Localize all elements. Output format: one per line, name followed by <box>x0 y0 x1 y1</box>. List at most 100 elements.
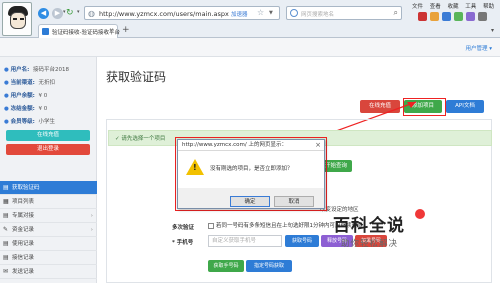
favicon-icon <box>42 28 49 35</box>
chevron-right-icon: › <box>90 213 93 219</box>
search-icon[interactable]: ⌕ <box>394 8 398 18</box>
address-bar[interactable]: ◍ http://www.yzmcx.com/users/main.aspx 加… <box>84 6 280 20</box>
sidebar: ● 用户名: 接码平台2018 ● 当前渠道: 无折扣 ● 用户余额: ¥ 0 … <box>0 57 97 283</box>
menu-favorites[interactable]: 收藏 <box>448 4 459 10</box>
sidebar-item-label: 使用记录 <box>12 241 35 247</box>
record-icon: ▤ <box>3 240 9 247</box>
phone-label-text: 手机号 <box>176 240 194 246</box>
sidebar-item-usage[interactable]: ▤ 使用记录 <box>0 237 97 251</box>
browser-chrome: ◀ ▶ ▾ ↻ ▾ ◍ http://www.yzmcx.com/users/m… <box>0 0 500 38</box>
user-management-menu[interactable]: 用户管理 ▾ <box>465 44 492 52</box>
specify-number-button[interactable]: 指定号码获取 <box>246 260 292 272</box>
watermark: 百科全说 助你轻松解决 <box>333 209 453 253</box>
sidebar-item-label: 接信记录 <box>12 255 35 261</box>
sidebar-item-received[interactable]: ▤ 接信记录 <box>0 251 97 265</box>
forward-button[interactable]: ▶ <box>52 8 63 19</box>
channel-value: 无折扣 <box>38 80 56 86</box>
tab-list-icon[interactable]: ▾ <box>491 27 494 34</box>
confirm-dialog: http://www.yzmcx.com/ 上的网页显示： × ! 没有刚选的项… <box>177 139 325 209</box>
accelerator-label[interactable]: 加速器 <box>231 10 248 18</box>
list-icon: ▦ <box>3 198 9 205</box>
tab-active[interactable]: 验证码接收-验证码接收平台 × <box>38 24 120 38</box>
back-button[interactable]: ◀ <box>38 8 49 19</box>
level-icon: ● <box>4 119 9 125</box>
watermark-subtitle: 助你轻松解决 <box>341 239 399 249</box>
channel-icon: ● <box>4 80 9 86</box>
extension-icon[interactable] <box>430 12 439 21</box>
balance-row: ● 用户余额: ¥ 0 <box>4 91 47 99</box>
channel-label: 当前渠道: <box>10 80 35 86</box>
username-label: 用户名: <box>10 67 30 73</box>
channel-row: ● 当前渠道: 无折扣 <box>4 78 55 86</box>
chevron-down-icon[interactable]: ▼ <box>269 10 273 16</box>
mail-icon: ▤ <box>3 254 9 261</box>
frozen-row: ● 冻结金额: ¥ 0 <box>4 104 47 112</box>
cancel-button[interactable]: 取消 <box>274 196 314 207</box>
phone-label: * 手机号 <box>172 238 193 246</box>
dialog-title: http://www.yzmcx.com/ 上的网页显示： <box>178 140 324 151</box>
reload-dropdown-icon[interactable]: ▾ <box>77 9 80 15</box>
sidebar-item-projects[interactable]: ▦ 项目列表 <box>0 195 97 209</box>
reload-icon[interactable]: ↻ <box>66 8 74 19</box>
close-icon[interactable]: × <box>315 140 321 151</box>
sidebar-item-dedicated[interactable]: ▤ 专属对接 › <box>0 209 97 223</box>
watermark-dot <box>415 209 425 219</box>
online-recharge-button[interactable]: 在线充值 <box>6 130 90 141</box>
send-icon: ✉ <box>3 268 9 275</box>
search-bar[interactable]: 网页搜索地名 ⌕ <box>286 6 402 20</box>
sidebar-item-label: 项目列表 <box>12 199 35 205</box>
username-row: ● 用户名: 接码平台2018 <box>4 65 69 73</box>
exclamation-icon: ! <box>193 163 197 172</box>
sidebar-item-label: 获取验证码 <box>12 185 40 191</box>
get-number-button[interactable]: 获取号码 <box>285 235 319 247</box>
frozen-icon: ● <box>4 106 9 112</box>
extension-icon[interactable] <box>466 12 475 21</box>
extension-icon[interactable] <box>454 12 463 21</box>
sidebar-item-label: 发送记录 <box>12 269 35 275</box>
multi-verify-checkbox[interactable] <box>208 222 214 229</box>
code-icon: ▤ <box>3 184 9 191</box>
sidebar-item-funds[interactable]: ✎ 资金记录 › <box>0 223 97 237</box>
sidebar-item-label: 专属对接 <box>12 213 35 219</box>
sidebar-item-get-code[interactable]: ▤ 获取验证码 <box>0 181 97 195</box>
extension-icon[interactable] <box>442 12 451 21</box>
level-row: ● 会员等级: 小学生 <box>4 117 55 125</box>
frozen-value: ¥ 0 <box>38 106 48 112</box>
toolbar-icons <box>418 12 498 22</box>
menu-icon[interactable] <box>478 12 487 21</box>
balance-value: ¥ 0 <box>38 93 48 99</box>
dialog-body: ! 没有刚选的项目，是否立即添加？ <box>178 151 324 188</box>
star-icon[interactable]: ☆ <box>257 8 264 18</box>
close-tab-icon[interactable]: × <box>109 27 114 34</box>
level-label: 会员等级: <box>10 119 35 125</box>
level-value: 小学生 <box>38 119 56 125</box>
username-value: 接码平台2018 <box>33 67 70 73</box>
multi-verify-label: 多次验证 <box>172 225 195 231</box>
url-text[interactable]: http://www.yzmcx.com/users/main.aspx <box>99 10 229 18</box>
logout-button[interactable]: 退出登录 <box>6 144 90 155</box>
sidebar-item-label: 资金记录 <box>12 227 35 233</box>
browser-menu-bar: 文件 查看 收藏 工具 帮助 <box>412 2 499 10</box>
new-tab-icon[interactable]: + <box>122 25 130 35</box>
menu-tools[interactable]: 工具 <box>465 4 476 10</box>
sidebar-item-sent[interactable]: ✉ 发送记录 <box>0 265 97 279</box>
menu-view[interactable]: 查看 <box>430 4 441 10</box>
frozen-label: 冻结金额: <box>10 106 35 112</box>
page-header: 用户管理 ▾ <box>0 38 500 57</box>
dialog-message: 没有刚选的项目，是否立即添加？ <box>210 166 293 172</box>
balance-icon: ● <box>4 93 9 99</box>
globe-icon: ◍ <box>88 9 95 18</box>
get-sms-button[interactable]: 获取手号码 <box>208 260 244 272</box>
phone-input[interactable]: 自定义获取手机号 <box>208 235 282 247</box>
watermark-logo: 百科全说 <box>333 216 405 236</box>
extension-icon[interactable] <box>418 12 427 21</box>
menu-file[interactable]: 文件 <box>412 4 423 10</box>
ok-button[interactable]: 确定 <box>230 196 270 207</box>
wallet-icon: ✎ <box>3 226 9 233</box>
user-icon: ● <box>4 67 9 73</box>
balance-label: 用户余额: <box>10 93 35 99</box>
menu-help[interactable]: 帮助 <box>483 4 494 10</box>
search-placeholder: 网页搜索地名 <box>301 12 335 18</box>
tab-strip: 验证码接收-验证码接收平台 × + ▾ <box>0 23 500 38</box>
chevron-right-icon: › <box>90 227 93 233</box>
